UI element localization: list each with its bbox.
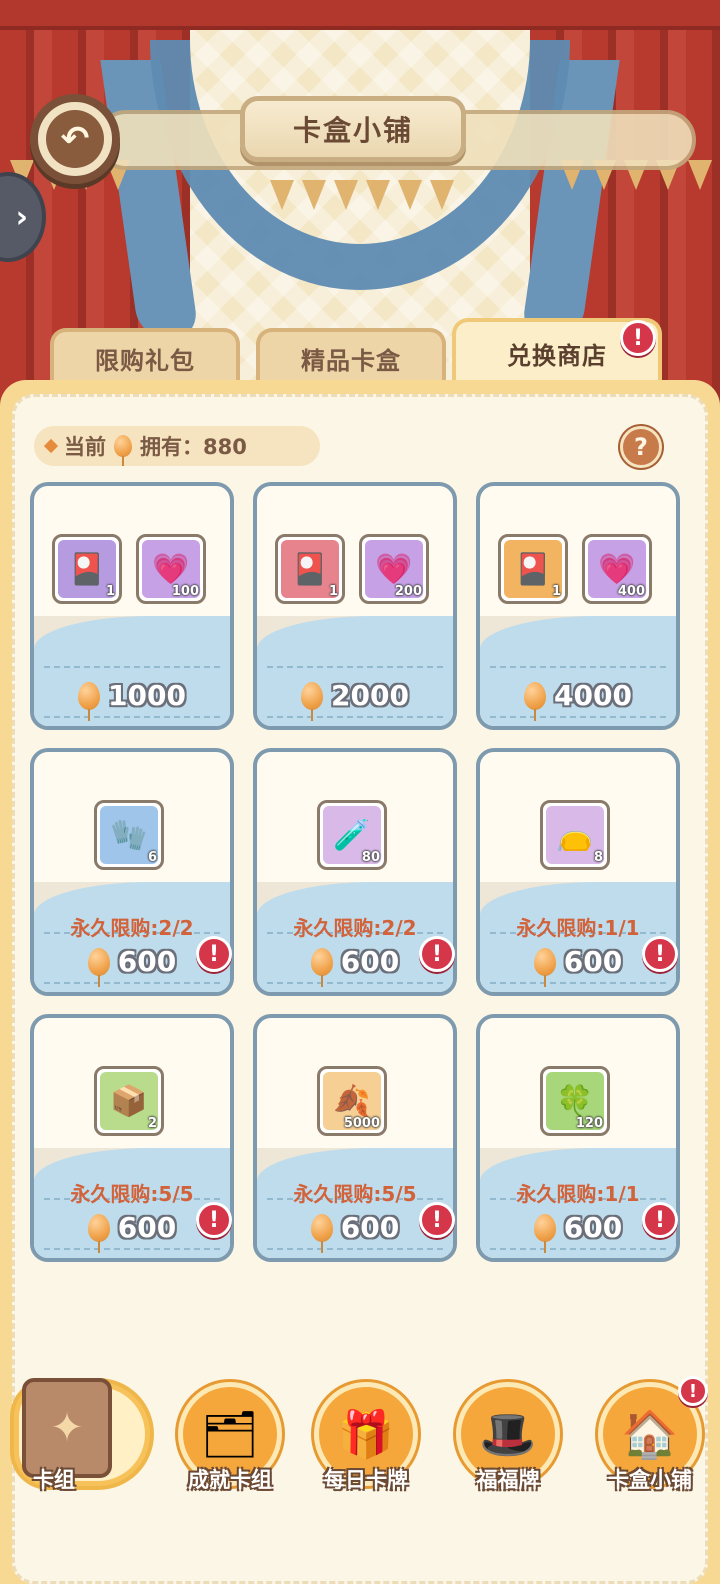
card-pack-icon: 🎴 1	[52, 534, 122, 604]
item-qty: 80	[361, 850, 380, 865]
diamond-bullet-icon	[43, 438, 59, 454]
item-qty: 2	[147, 1116, 157, 1131]
nav-label: 卡盒小铺	[608, 1468, 692, 1492]
price-value: 600	[117, 945, 177, 978]
balloon-currency-icon	[524, 681, 547, 721]
price-value: 4000	[554, 679, 632, 712]
nav-label: 成就卡组	[188, 1468, 272, 1492]
price: 1000	[34, 679, 230, 721]
pennant-row-center	[270, 180, 454, 220]
price-value: 2000	[331, 679, 409, 712]
bottom-nav: ✦ 卡组 🗂 成就卡组 🎁 每日卡牌 🎩 福福牌 🏠 卡盒小铺	[0, 1374, 720, 1514]
balloon-currency-icon	[301, 681, 324, 721]
tab-alert-badge: !	[620, 320, 656, 356]
price-value: 600	[340, 1211, 400, 1244]
card-pack-icon: 🎴 1	[275, 534, 345, 604]
balloon-currency-icon	[87, 947, 110, 987]
nav-label: 每日卡牌	[324, 1468, 408, 1492]
title-plate: 卡盒小铺	[240, 96, 466, 162]
price-value: 1000	[108, 679, 186, 712]
purchase-limit: 永久限购:1/1	[516, 1182, 640, 1206]
tab-label: 精品卡盒	[301, 346, 401, 375]
cloth-bag-icon: 👝 8	[540, 800, 610, 870]
item-alert-badge: !	[419, 1202, 455, 1238]
tab-label: 限购礼包	[95, 346, 195, 375]
balloon-currency-icon	[533, 947, 556, 987]
card-pack-icon: 🎴 1	[498, 534, 568, 604]
balloon-currency-icon	[310, 947, 333, 987]
potion-icon: 🧪 80	[317, 800, 387, 870]
item-alert-badge: !	[642, 1202, 678, 1238]
leaf-icon: 🍂 5000	[317, 1066, 387, 1136]
balloon-currency-icon	[87, 1213, 110, 1253]
bundle-card[interactable]: 🎴 1 💗 200 2000	[253, 482, 457, 730]
item-alert-badge: !	[196, 936, 232, 972]
back-button[interactable]: ↶	[30, 94, 120, 184]
item-qty: 120	[575, 1116, 603, 1131]
item-qty: 200	[394, 584, 422, 599]
glove-icon: 🧤 6	[94, 800, 164, 870]
balance-bar: 当前 拥有：880	[34, 426, 320, 466]
nav-fortune-card[interactable]: 🎩 福福牌	[448, 1374, 568, 1494]
item-qty: 1	[105, 584, 115, 599]
curtain-valance	[0, 0, 720, 30]
purchase-limit: 永久限购:2/2	[293, 916, 417, 940]
tab-label: 兑换商店	[507, 341, 607, 370]
bundle-card[interactable]: 🎴 1 💗 400 4000	[476, 482, 680, 730]
nav-achievement-deck[interactable]: 🗂 成就卡组	[170, 1374, 290, 1494]
price-value: 600	[563, 945, 623, 978]
nav-alert-badge: !	[678, 1376, 708, 1406]
balance-amount: 拥有：880	[140, 435, 247, 459]
clover-icon: 🍀 120	[540, 1066, 610, 1136]
price-value: 600	[563, 1211, 623, 1244]
price-value: 600	[117, 1211, 177, 1244]
item-qty: 400	[617, 584, 645, 599]
page-title: 卡盒小铺	[292, 114, 413, 147]
purchase-limit: 永久限购:5/5	[293, 1182, 417, 1206]
item-qty: 5000	[343, 1116, 380, 1131]
card-book-icon: ✦	[22, 1378, 112, 1478]
tab-premium-box[interactable]: 精品卡盒	[256, 328, 446, 384]
help-button[interactable]: ?	[620, 426, 662, 468]
item-alert-badge: !	[642, 936, 678, 972]
item-qty: 8	[593, 850, 603, 865]
item-qty: 1	[328, 584, 338, 599]
nav-daily-card[interactable]: 🎁 每日卡牌	[306, 1374, 426, 1494]
heart-crystal-icon: 💗 400	[582, 534, 652, 604]
heart-crystal-icon: 💗 100	[136, 534, 206, 604]
item-alert-badge: !	[196, 1202, 232, 1238]
nav-label: 福福牌	[476, 1468, 540, 1492]
balance-prefix: 当前	[64, 435, 106, 459]
item-alert-badge: !	[419, 936, 455, 972]
balloon-currency-icon	[114, 435, 132, 466]
tab-limited-gift[interactable]: 限购礼包	[50, 328, 240, 384]
bundle-card[interactable]: 🎴 1 💗 100 1000	[30, 482, 234, 730]
balloon-currency-icon	[78, 681, 101, 721]
balloon-currency-icon	[310, 1213, 333, 1253]
nav-label: 卡组	[33, 1468, 75, 1492]
price: 4000	[480, 679, 676, 721]
box-icon: 📦 2	[94, 1066, 164, 1136]
price-value: 600	[340, 945, 400, 978]
back-icon: ↶	[46, 110, 104, 168]
balloon-currency-icon	[533, 1213, 556, 1253]
purchase-limit: 永久限购:2/2	[70, 916, 194, 940]
purchase-limit: 永久限购:5/5	[70, 1182, 194, 1206]
purchase-limit: 永久限购:1/1	[516, 916, 640, 940]
item-qty: 6	[147, 850, 157, 865]
heart-crystal-icon: 💗 200	[359, 534, 429, 604]
item-qty: 100	[171, 584, 199, 599]
price: 2000	[257, 679, 453, 721]
nav-card-deck[interactable]: ✦ 卡组	[4, 1374, 154, 1494]
item-qty: 1	[551, 584, 561, 599]
